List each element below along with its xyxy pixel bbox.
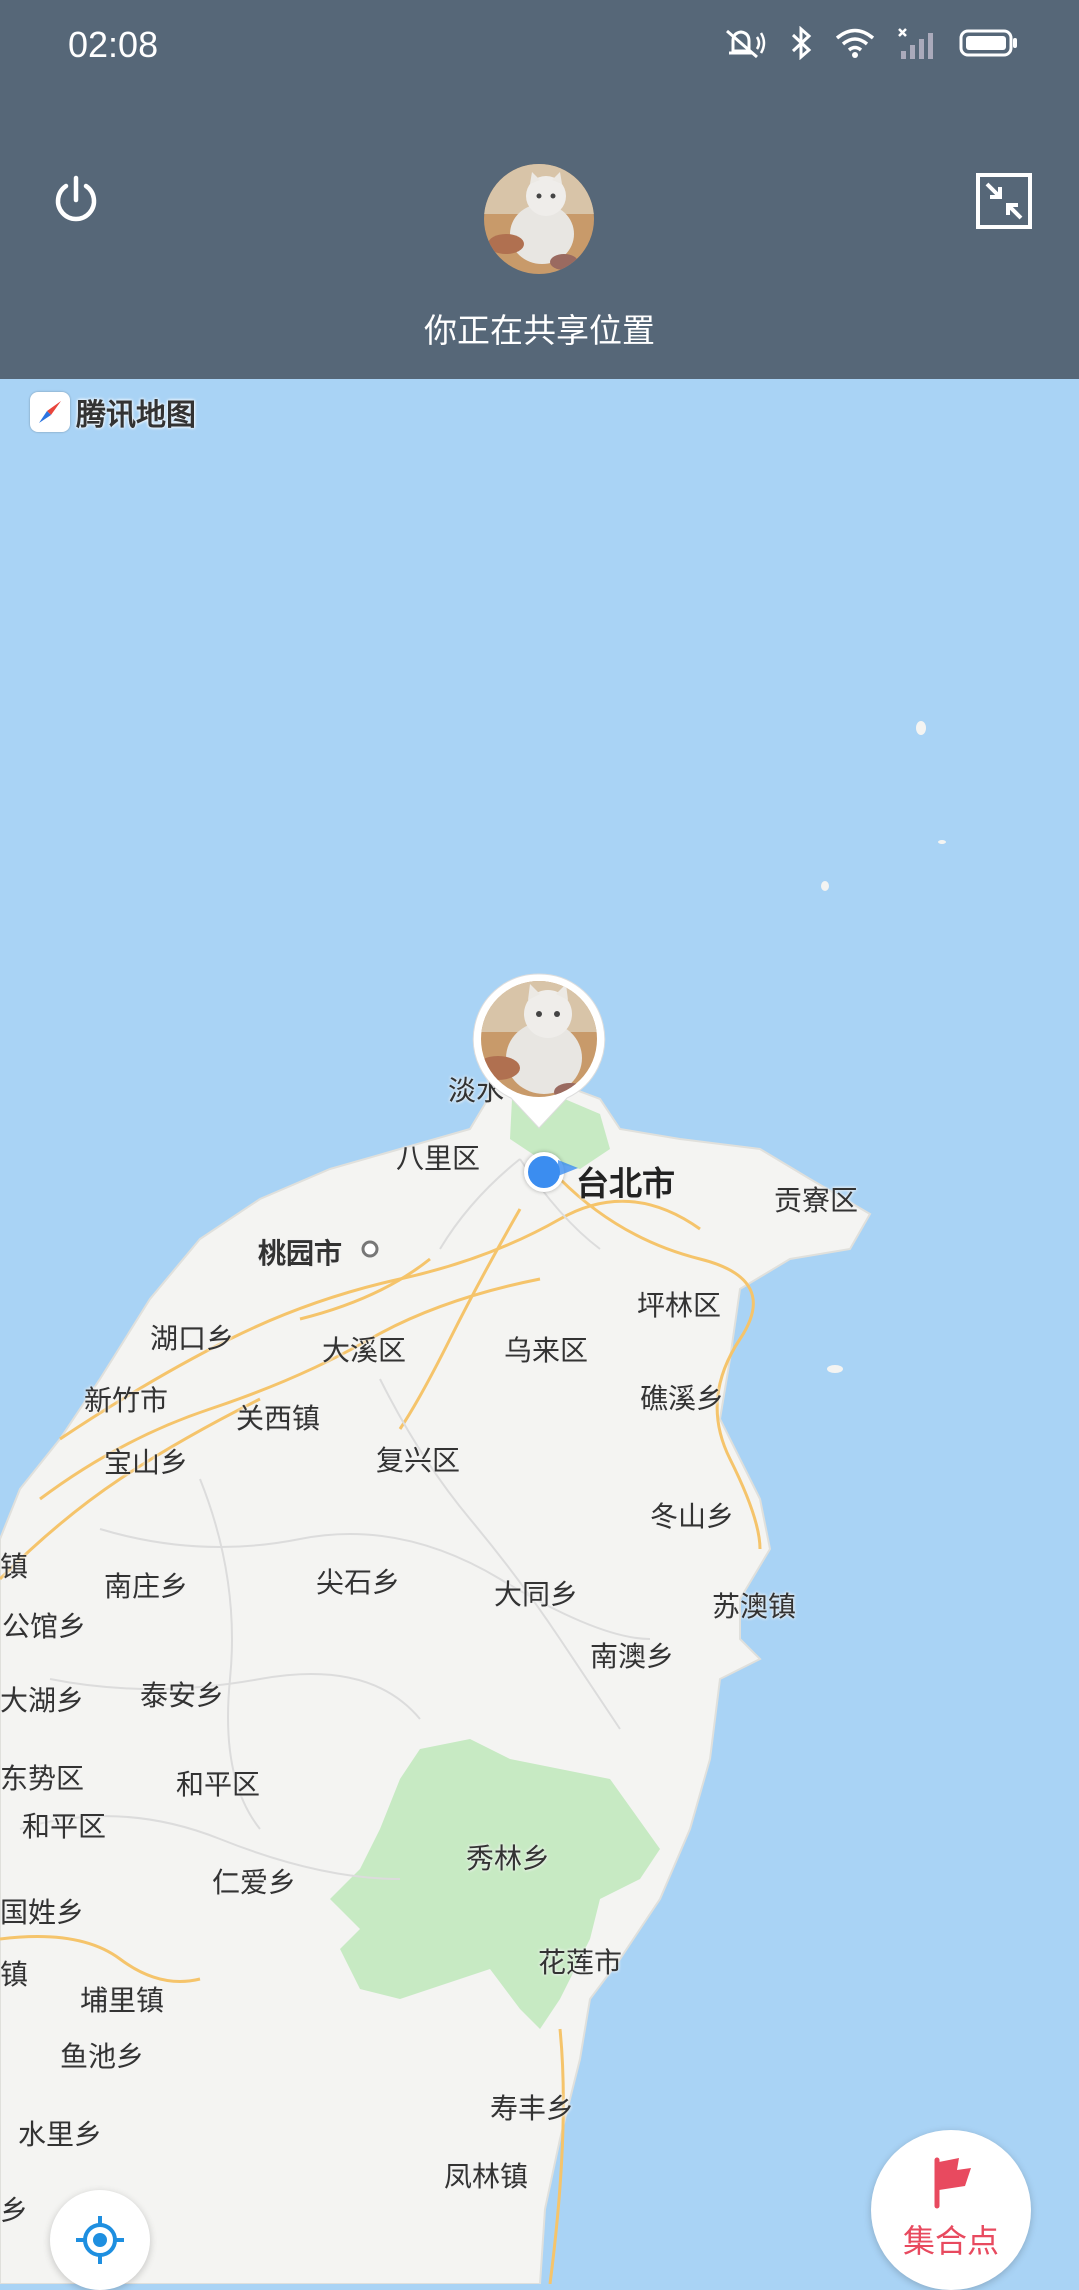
mute-icon [723,27,767,59]
map-label-dongshan: 冬山乡 [650,1501,735,1532]
map-label-xiang: 乡 [0,2195,29,2226]
user-location-pin[interactable] [472,972,606,1130]
map-label-nanao: 南澳乡 [590,1641,675,1672]
map-label-puli: 埔里镇 [80,1985,165,2016]
map-label-taoyuan: 桃园市 [258,1238,343,1269]
map-label-baoshan: 宝山乡 [104,1447,189,1478]
battery-icon [959,27,1019,59]
map-label-daxi: 大溪区 [322,1335,407,1366]
map-label-xiulin: 秀林乡 [466,1843,551,1874]
status-time: 02:08 [68,24,159,65]
map-label-heping1: 和平区 [176,1769,261,1800]
map-label-suao: 苏澳镇 [712,1591,797,1622]
map-label-heping2: 和平区 [22,1811,107,1842]
map-label-guoxing: 国姓乡 [0,1897,85,1928]
map-label-hualien: 花莲市 [538,1947,623,1978]
map-label-dahu: 大湖乡 [0,1685,85,1716]
map-label-zhen2: 镇 [0,1959,29,1990]
map-view[interactable]: 淡水 八里区 台北市 贡寮区 桃园市 坪林区 湖口乡 大溪区 乌来区 新竹市 关… [0,379,1079,2284]
map-label-yuchi: 鱼池乡 [60,2041,145,2072]
exit-fullscreen-button[interactable] [975,172,1033,230]
map-label-shoufeng: 寿丰乡 [490,2093,575,2124]
exit-fullscreen-icon [976,173,1032,229]
power-icon [55,175,97,222]
gather-point-label: 集合点 [902,2223,999,2259]
map-label-gongguan: 公馆乡 [2,1611,87,1642]
map-label-fenglin: 凤林镇 [444,2161,529,2192]
gather-point-button[interactable]: 集合点 [871,2130,1031,2290]
map-label-nanzhuang: 南庄乡 [104,1571,189,1602]
map-label-bali: 八里区 [396,1143,481,1174]
heading-arrow-icon [558,1160,578,1176]
map-label-wulai: 乌来区 [504,1335,589,1366]
map-label-renai: 仁爱乡 [212,1867,297,1898]
signal-icon [897,27,937,59]
bluetooth-icon [789,26,813,60]
share-status-text: 你正在共享位置 [424,312,655,349]
map-label-fuxing: 复兴区 [376,1445,461,1476]
locate-button[interactable] [50,2190,150,2290]
locate-icon [76,2216,124,2264]
compass-logo-icon [30,392,70,432]
map-label-guanxi: 关西镇 [236,1403,321,1434]
map-label-taipei: 台北市 [576,1165,675,1202]
map-label-dongshi: 东势区 [0,1763,85,1794]
status-icons [723,26,1019,60]
wifi-icon [835,27,875,59]
map-label-gongliao: 贡寮区 [774,1185,859,1216]
share-header: 02:08 你正在共享位置 [0,0,1079,379]
flag-icon [934,2157,971,2209]
map-label-hsinchu: 新竹市 [84,1385,169,1416]
tencent-map-logo: 腾讯地图 [30,390,196,434]
map-label-datong: 大同乡 [494,1579,579,1610]
map-label-jiaoxi: 礁溪乡 [640,1383,725,1414]
map-label-zhen1: 镇 [0,1551,29,1582]
user-avatar [484,164,594,274]
map-label-jianshi: 尖石乡 [316,1567,401,1598]
map-label-hukou: 湖口乡 [150,1323,235,1354]
map-label-shuili: 水里乡 [18,2119,103,2150]
map-label-taian: 泰安乡 [140,1680,225,1711]
map-label-pinglin: 坪林区 [637,1290,722,1321]
power-button[interactable] [48,172,104,228]
